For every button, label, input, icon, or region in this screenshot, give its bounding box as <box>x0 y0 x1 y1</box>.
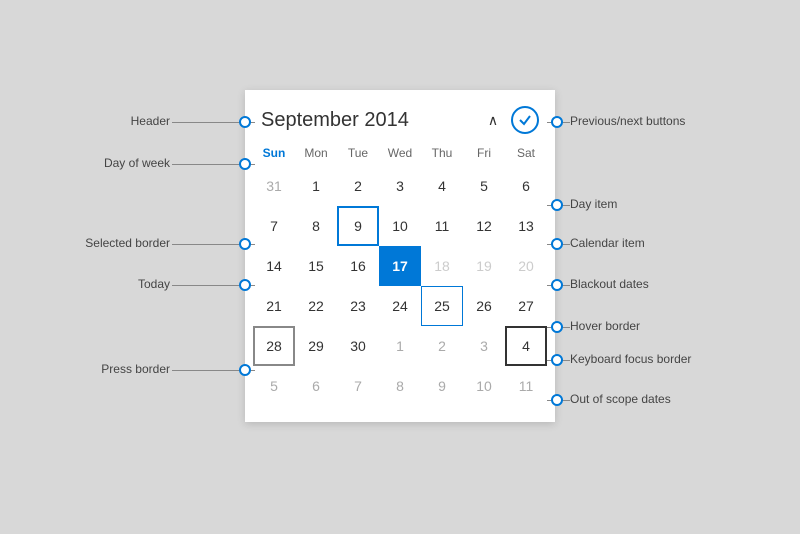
day-cell[interactable]: 6 <box>505 166 547 206</box>
day-header-sat: Sat <box>505 142 547 164</box>
day-cell[interactable]: 11 <box>421 206 463 246</box>
day-header-wed: Wed <box>379 142 421 164</box>
day-cell[interactable]: 3 <box>379 166 421 206</box>
annotation-label-right: Keyboard focus border <box>570 352 691 366</box>
day-cell[interactable]: 31 <box>253 166 295 206</box>
day-cell[interactable]: 8 <box>295 206 337 246</box>
day-cell[interactable]: 4 <box>505 326 547 366</box>
annotation-label-right: Out of scope dates <box>570 392 671 406</box>
day-cell[interactable]: 10 <box>463 366 505 406</box>
annotation-label-left: Day of week <box>104 156 170 170</box>
day-cell[interactable]: 27 <box>505 286 547 326</box>
day-cell[interactable]: 8 <box>379 366 421 406</box>
day-cell[interactable]: 7 <box>337 366 379 406</box>
day-header-sun: Sun <box>253 142 295 164</box>
day-header-thu: Thu <box>421 142 463 164</box>
day-cell[interactable]: 9 <box>421 366 463 406</box>
day-cell[interactable]: 12 <box>463 206 505 246</box>
day-cell[interactable]: 1 <box>379 326 421 366</box>
day-cell[interactable]: 5 <box>463 166 505 206</box>
day-cell[interactable]: 13 <box>505 206 547 246</box>
day-cell[interactable]: 25 <box>421 286 463 326</box>
day-cell[interactable]: 18 <box>421 246 463 286</box>
day-cell[interactable]: 22 <box>295 286 337 326</box>
day-cell[interactable]: 6 <box>295 366 337 406</box>
day-cell[interactable]: 20 <box>505 246 547 286</box>
day-cell[interactable]: 17 <box>379 246 421 286</box>
day-cell[interactable]: 15 <box>295 246 337 286</box>
day-cell[interactable]: 7 <box>253 206 295 246</box>
annotation-label-right: Previous/next buttons <box>570 114 685 128</box>
annotation-label-left: Press border <box>101 362 170 376</box>
day-cell[interactable]: 2 <box>337 166 379 206</box>
day-cell[interactable]: 3 <box>463 326 505 366</box>
day-cell[interactable]: 9 <box>337 206 379 246</box>
next-button[interactable] <box>511 106 539 134</box>
day-cell[interactable]: 11 <box>505 366 547 406</box>
day-cell[interactable]: 30 <box>337 326 379 366</box>
days-rows: 3112345678910111213141516171819202122232… <box>253 166 547 406</box>
day-headers: Sun Mon Tue Wed Thu Fri Sat <box>253 142 547 164</box>
header-nav: ∧ <box>479 106 539 134</box>
annotation-label-right: Calendar item <box>570 236 645 250</box>
checkmark-icon <box>518 113 532 127</box>
annotation-label-left: Today <box>138 277 170 291</box>
day-cell[interactable]: 19 <box>463 246 505 286</box>
annotation-label-right: Blackout dates <box>570 277 649 291</box>
days-grid: Sun Mon Tue Wed Thu Fri Sat 311234567891… <box>253 142 547 406</box>
annotation-label-left: Header <box>131 114 170 128</box>
day-cell[interactable]: 1 <box>295 166 337 206</box>
day-cell[interactable]: 10 <box>379 206 421 246</box>
day-cell[interactable]: 24 <box>379 286 421 326</box>
day-cell[interactable]: 14 <box>253 246 295 286</box>
calendar-title: September 2014 <box>261 109 409 132</box>
prev-button[interactable]: ∧ <box>479 106 507 134</box>
day-header-fri: Fri <box>463 142 505 164</box>
calendar-header: September 2014 ∧ <box>253 102 547 142</box>
day-cell[interactable]: 28 <box>253 326 295 366</box>
day-cell[interactable]: 21 <box>253 286 295 326</box>
day-cell[interactable]: 16 <box>337 246 379 286</box>
day-cell[interactable]: 4 <box>421 166 463 206</box>
day-cell[interactable]: 26 <box>463 286 505 326</box>
day-cell[interactable]: 5 <box>253 366 295 406</box>
day-header-tue: Tue <box>337 142 379 164</box>
day-cell[interactable]: 29 <box>295 326 337 366</box>
day-header-mon: Mon <box>295 142 337 164</box>
annotation-label-right: Day item <box>570 197 617 211</box>
day-cell[interactable]: 23 <box>337 286 379 326</box>
annotation-label-right: Hover border <box>570 319 640 333</box>
day-cell[interactable]: 2 <box>421 326 463 366</box>
annotation-label-left: Selected border <box>85 236 170 250</box>
